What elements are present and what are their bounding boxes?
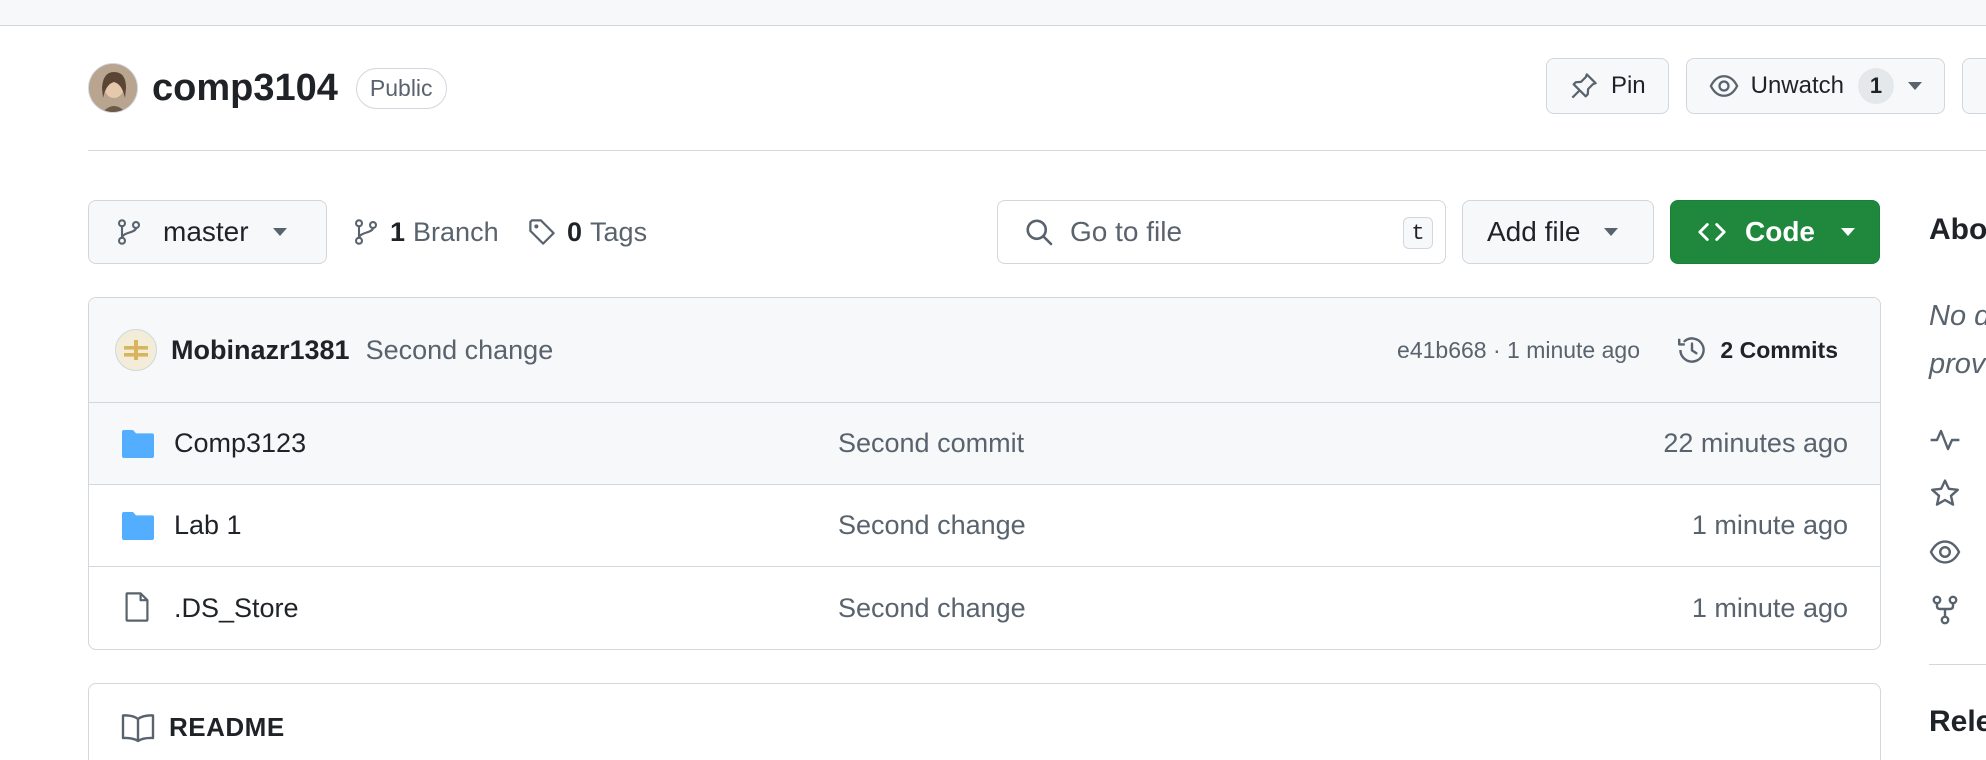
readme-header[interactable]: README: [89, 684, 1880, 743]
latest-commit-bar: Mobinazr1381 Second change e41b668 · 1 m…: [89, 298, 1880, 403]
file-name[interactable]: .DS_Store: [174, 593, 299, 624]
about-description-line: prov: [1929, 348, 1986, 380]
commit-author-avatar[interactable]: [115, 329, 157, 371]
readme-panel: README: [88, 683, 1881, 760]
fork-icon[interactable]: [1929, 594, 1961, 626]
branches-link[interactable]: 1 Branch: [352, 210, 499, 254]
header-divider: [88, 150, 1986, 151]
star-icon[interactable]: [1929, 478, 1961, 510]
commits-count-label: 2 Commits: [1720, 336, 1838, 363]
table-row[interactable]: Lab 1 Second change 1 minute ago: [89, 485, 1880, 567]
unwatch-label: Unwatch: [1750, 72, 1844, 99]
watch-count-badge: 1: [1858, 68, 1894, 104]
identicon-icon: [124, 340, 148, 360]
file-commit-time: 1 minute ago: [1691, 510, 1848, 540]
owner-avatar[interactable]: [88, 63, 138, 113]
add-file-label: Add file: [1487, 216, 1581, 247]
chevron-down-icon: [1604, 228, 1619, 236]
repo-header: comp3104 Public: [88, 62, 447, 114]
branch-count: 1: [390, 216, 406, 247]
commit-author[interactable]: Mobinazr1381: [171, 335, 350, 366]
fork-button-partial[interactable]: [1962, 58, 1986, 114]
code-icon: [1698, 223, 1726, 241]
go-to-file-input[interactable]: [1070, 216, 1370, 248]
go-to-file-search[interactable]: t: [997, 200, 1446, 264]
folder-icon: [122, 512, 154, 540]
add-file-button[interactable]: Add file: [1462, 200, 1654, 264]
readme-title: README: [169, 712, 285, 742]
unwatch-button[interactable]: Unwatch 1: [1685, 58, 1945, 114]
folder-icon: [122, 430, 154, 458]
search-icon: [1026, 219, 1053, 246]
pulse-icon[interactable]: [1929, 424, 1961, 456]
eye-icon[interactable]: [1929, 536, 1961, 568]
repo-name[interactable]: comp3104: [152, 67, 338, 110]
file-commit-time: 1 minute ago: [1691, 592, 1848, 623]
avatar-image-icon: [89, 64, 137, 112]
top-nav-strip: [0, 0, 1986, 26]
file-commit-time: 22 minutes ago: [1663, 428, 1848, 458]
tag-icon: [529, 219, 555, 245]
file-name[interactable]: Comp3123: [174, 428, 306, 459]
tag-count-label: Tags: [590, 216, 648, 247]
about-heading: Abo: [1929, 213, 1986, 246]
file-commit-message[interactable]: Second change: [838, 593, 1026, 624]
releases-heading[interactable]: Rele: [1929, 705, 1986, 739]
book-icon: [121, 713, 155, 742]
file-commit-message[interactable]: Second commit: [838, 428, 1024, 459]
file-table: Mobinazr1381 Second change e41b668 · 1 m…: [88, 297, 1881, 650]
tags-link[interactable]: 0 Tags: [527, 210, 647, 254]
repo-header-actions: Pin Unwatch 1: [1545, 58, 1986, 114]
chevron-down-icon: [1841, 228, 1855, 236]
commits-history-link[interactable]: 2 Commits: [1676, 334, 1838, 366]
tag-count: 0: [567, 216, 583, 247]
visibility-badge: Public: [355, 67, 447, 109]
commit-hash-time[interactable]: e41b668 · 1 minute ago: [1397, 337, 1640, 364]
git-branch-icon: [117, 219, 141, 245]
pin-button[interactable]: Pin: [1545, 58, 1669, 114]
history-icon: [1678, 337, 1706, 363]
code-button[interactable]: Code: [1670, 200, 1880, 264]
pin-label: Pin: [1610, 72, 1646, 99]
file-name[interactable]: Lab 1: [174, 510, 242, 541]
branch-name: master: [163, 216, 249, 247]
file-icon: [125, 592, 149, 622]
table-row[interactable]: Comp3123 Second commit 22 minutes ago: [89, 403, 1880, 485]
about-description: No d prov: [1929, 292, 1986, 388]
branch-count-label: Branch: [413, 216, 499, 247]
code-label: Code: [1745, 216, 1815, 247]
keyboard-shortcut-hint: t: [1403, 217, 1433, 249]
about-description-line: No d: [1929, 300, 1986, 332]
branch-selector[interactable]: master: [88, 200, 327, 264]
chevron-down-icon: [1908, 82, 1922, 90]
commit-message[interactable]: Second change: [366, 335, 554, 366]
table-row[interactable]: .DS_Store Second change 1 minute ago: [89, 567, 1880, 649]
sidebar-divider: [1929, 664, 1986, 665]
git-branch-icon: [354, 219, 378, 245]
pin-icon: [1571, 73, 1597, 99]
eye-icon: [1709, 75, 1739, 97]
chevron-down-icon: [272, 228, 287, 236]
file-commit-message[interactable]: Second change: [838, 510, 1026, 541]
